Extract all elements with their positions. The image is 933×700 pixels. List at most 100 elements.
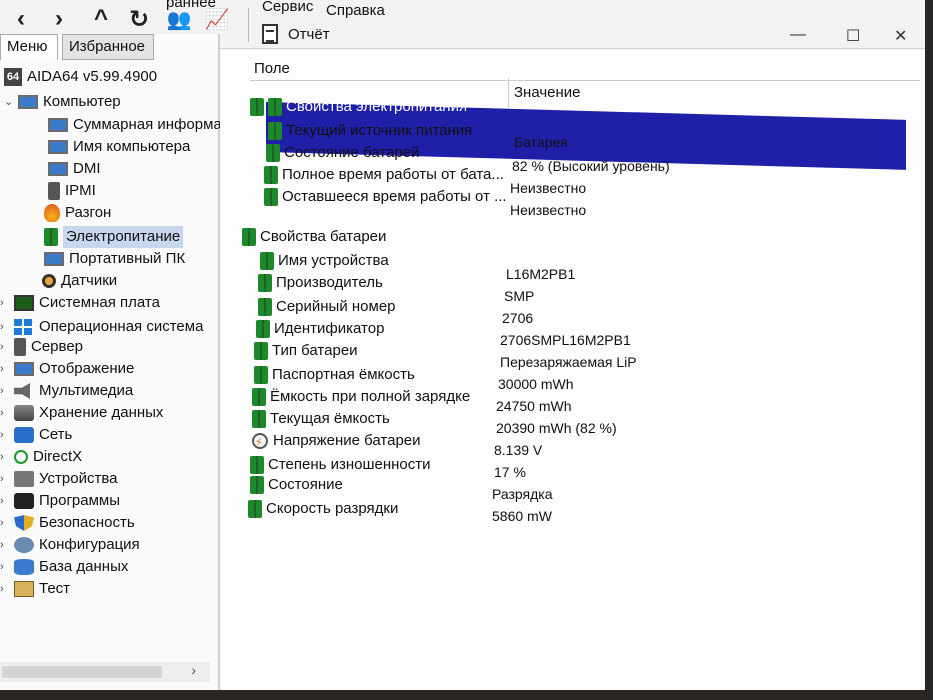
property-row[interactable]: Скорость разрядки bbox=[248, 498, 398, 520]
maximize-icon[interactable]: ☐ bbox=[846, 26, 860, 46]
tree-item[interactable]: › Сеть bbox=[0, 424, 72, 446]
battery-icon bbox=[258, 274, 272, 292]
property-row[interactable]: Производитель bbox=[258, 272, 383, 294]
menu-item-partial[interactable]: раннее bbox=[166, 0, 216, 11]
chevron-right-icon[interactable]: › bbox=[0, 512, 12, 534]
tab-menu[interactable]: Меню bbox=[0, 34, 58, 60]
chevron-right-icon[interactable]: › bbox=[0, 292, 12, 314]
property-row[interactable]: Идентификатор bbox=[256, 318, 384, 340]
tree-item[interactable]: Электропитание bbox=[44, 226, 184, 248]
tree-item[interactable]: › Программы bbox=[0, 490, 120, 512]
property-row[interactable]: Состояние bbox=[250, 474, 343, 496]
test-icon bbox=[14, 581, 34, 597]
tree-item[interactable]: › Хранение данных bbox=[0, 402, 163, 424]
property-row[interactable]: Паспортная ёмкость bbox=[254, 364, 415, 386]
tree-item-label: Безопасность bbox=[39, 514, 135, 531]
column-header-field[interactable]: Поле bbox=[254, 60, 290, 77]
tree-item[interactable]: › Безопасность bbox=[0, 512, 135, 534]
voltage-icon bbox=[252, 432, 268, 454]
tree-item[interactable]: IPMI bbox=[48, 180, 96, 202]
tree-item-label: Конфигурация bbox=[39, 536, 140, 553]
battery-icon bbox=[250, 456, 264, 474]
property-row[interactable]: Текущий источник питания bbox=[268, 120, 472, 142]
tree-root[interactable]: 64 AIDA64 v5.99.4900 bbox=[4, 66, 157, 88]
chevron-right-icon[interactable]: › bbox=[0, 316, 12, 338]
tree-item[interactable]: › Конфигурация bbox=[0, 534, 140, 556]
close-icon[interactable]: ✕ bbox=[894, 26, 907, 46]
tab-favorites[interactable]: Избранное bbox=[62, 34, 154, 60]
property-value: SMP bbox=[504, 288, 535, 304]
property-value: 82 % (Высокий уровень) bbox=[512, 158, 670, 174]
tree-item[interactable]: › Сервер bbox=[0, 336, 83, 358]
report-label: Отчёт bbox=[288, 25, 330, 43]
chevron-right-icon[interactable]: › bbox=[0, 490, 12, 512]
tree-item[interactable]: › Системная плата bbox=[0, 292, 160, 314]
back-icon[interactable]: ‹ bbox=[6, 4, 36, 34]
property-value: 2706SMPL16M2PB1 bbox=[500, 332, 631, 348]
tree-item[interactable]: Имя компьютера bbox=[48, 136, 190, 158]
chevron-right-icon[interactable]: › bbox=[0, 534, 12, 556]
tree-item[interactable]: › Операционная система bbox=[0, 316, 203, 338]
chevron-right-icon[interactable]: › bbox=[0, 468, 12, 490]
battery-section-header[interactable]: Свойства батареи bbox=[242, 226, 386, 248]
scroll-right-icon[interactable]: › bbox=[191, 662, 196, 678]
forward-icon[interactable]: › bbox=[44, 4, 74, 34]
scrollbar-thumb[interactable] bbox=[2, 666, 162, 678]
power-section-header[interactable]: Свойства электропитания bbox=[250, 96, 467, 118]
battery-icon bbox=[264, 166, 278, 184]
report-button[interactable]: Отчёт bbox=[262, 22, 330, 46]
tree-item[interactable]: Суммарная информа bbox=[48, 114, 222, 136]
property-row[interactable]: Текущая ёмкость bbox=[252, 408, 390, 430]
property-row[interactable]: Степень изношенности bbox=[250, 454, 431, 476]
tree-item[interactable]: Разгон bbox=[44, 202, 111, 224]
tree-item-label: Разгон bbox=[65, 204, 112, 221]
chevron-right-icon[interactable]: › bbox=[0, 424, 12, 446]
tree-item[interactable]: › DirectX bbox=[0, 446, 82, 468]
chevron-right-icon[interactable]: › bbox=[0, 556, 12, 578]
panel-tabs: Меню Избранное bbox=[0, 34, 218, 60]
windows-icon bbox=[14, 319, 34, 335]
tree-item[interactable]: Датчики bbox=[42, 270, 117, 292]
tree-item[interactable]: ⌄ Компьютер bbox=[4, 91, 121, 113]
property-row[interactable]: Состояние батарей bbox=[266, 142, 419, 164]
tree-item-label: База данных bbox=[39, 558, 129, 575]
chevron-right-icon[interactable]: › bbox=[0, 380, 12, 402]
menu-item-help[interactable]: Справка bbox=[326, 2, 385, 19]
chevron-right-icon[interactable]: › bbox=[0, 358, 12, 380]
property-field: Идентификатор bbox=[274, 320, 385, 337]
property-field: Состояние bbox=[268, 476, 343, 493]
battery-icon bbox=[260, 252, 274, 270]
property-row[interactable]: Ёмкость при полной зарядке bbox=[252, 386, 470, 408]
property-row[interactable]: Полное время работы от бата... bbox=[264, 164, 504, 186]
tree-item-label: Электропитание bbox=[63, 226, 184, 248]
horizontal-scrollbar[interactable]: › bbox=[0, 662, 210, 682]
property-row[interactable]: Имя устройства bbox=[260, 250, 389, 272]
chevron-right-icon[interactable]: › bbox=[0, 578, 12, 600]
property-row[interactable]: Оставшееся время работы от ... bbox=[264, 186, 507, 208]
property-row[interactable]: Тип батареи bbox=[254, 340, 358, 362]
property-row[interactable]: Напряжение батареи bbox=[252, 430, 421, 454]
tree-item[interactable]: › Тест bbox=[0, 578, 70, 600]
battery-icon bbox=[268, 122, 282, 140]
tree-item[interactable]: Портативный ПК bbox=[44, 248, 185, 270]
tree-item[interactable]: DMI bbox=[48, 158, 101, 180]
chevron-right-icon[interactable]: › bbox=[0, 446, 12, 468]
column-header-value[interactable]: Значение bbox=[514, 84, 581, 101]
menu-item-service[interactable]: Сервис bbox=[262, 0, 313, 15]
tree-item[interactable]: › Мультимедиа bbox=[0, 380, 133, 402]
tree-item[interactable]: › База данных bbox=[0, 556, 128, 578]
monitor-icon bbox=[48, 162, 68, 176]
up-icon[interactable]: ^ bbox=[86, 4, 116, 34]
header-divider bbox=[250, 80, 920, 81]
chevron-right-icon[interactable]: › bbox=[0, 336, 12, 358]
chevron-down-icon[interactable]: ⌄ bbox=[4, 91, 16, 113]
property-row[interactable]: Серийный номер bbox=[258, 296, 396, 318]
tree-item[interactable]: › Устройства bbox=[0, 468, 117, 490]
minimize-icon[interactable]: — bbox=[790, 26, 806, 44]
property-value: 17 % bbox=[494, 464, 526, 480]
details-panel: Поле Значение Свойства электропитания Те… bbox=[220, 50, 925, 690]
tree-item[interactable]: › Отображение bbox=[0, 358, 134, 380]
chevron-right-icon[interactable]: › bbox=[0, 402, 12, 424]
disk-icon bbox=[14, 405, 34, 421]
refresh-icon[interactable]: ↻ bbox=[124, 4, 154, 34]
